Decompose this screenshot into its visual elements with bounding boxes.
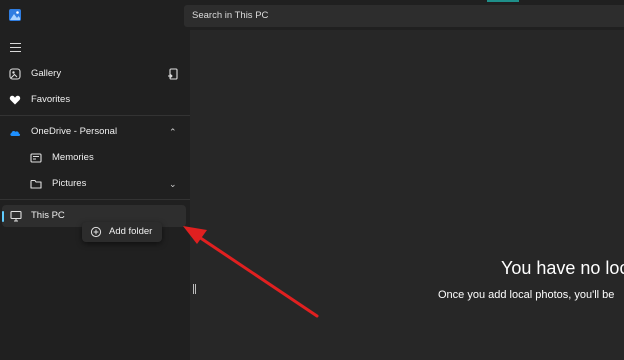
menu-icon[interactable]	[10, 43, 21, 53]
selection-indicator	[2, 211, 4, 222]
sidebar-item-label: OneDrive - Personal	[31, 126, 118, 137]
sidebar-item-label: Memories	[52, 152, 94, 163]
pane-resize-handle[interactable]	[193, 281, 197, 294]
cloud-icon	[10, 130, 21, 136]
memories-icon	[30, 153, 42, 163]
sidebar-item-label: This PC	[31, 210, 65, 221]
monitor-icon	[10, 210, 22, 222]
sidebar-item-favorites[interactable]: Favorites	[0, 89, 186, 111]
import-icon[interactable]	[167, 68, 179, 80]
add-folder-label: Add folder	[109, 226, 153, 237]
sidebar-item-memories[interactable]: Memories	[0, 147, 186, 169]
empty-state-title: You have no loc	[501, 258, 624, 278]
sidebar-item-pictures[interactable]: Pictures ⌄	[0, 173, 186, 195]
chevron-down-icon[interactable]: ⌄	[169, 173, 177, 195]
divider	[0, 199, 190, 200]
heart-icon	[9, 95, 21, 105]
empty-state-subtitle: Once you add local photos, you'll be	[438, 289, 615, 301]
add-circle-icon	[90, 226, 102, 238]
sidebar-item-gallery[interactable]: Gallery	[0, 63, 186, 85]
tab-accent	[487, 0, 519, 2]
sidebar-item-onedrive[interactable]: OneDrive - Personal ⌃	[0, 121, 186, 143]
chevron-up-icon[interactable]: ⌃	[169, 121, 177, 143]
folder-icon	[30, 179, 42, 189]
gallery-icon	[9, 68, 21, 80]
content-area	[190, 30, 624, 360]
navigation-pane: Gallery Favorites OneDrive - Personal ⌃ …	[0, 0, 190, 360]
search-placeholder: Search in This PC	[192, 10, 269, 21]
photos-app-icon	[9, 9, 21, 21]
add-folder-button[interactable]: Add folder	[82, 222, 162, 242]
sidebar-item-label: Favorites	[31, 94, 71, 105]
sidebar-item-label: Pictures	[52, 178, 87, 189]
search-input[interactable]: Search in This PC	[184, 5, 624, 27]
divider	[0, 115, 190, 116]
sidebar-item-label: Gallery	[31, 68, 62, 79]
